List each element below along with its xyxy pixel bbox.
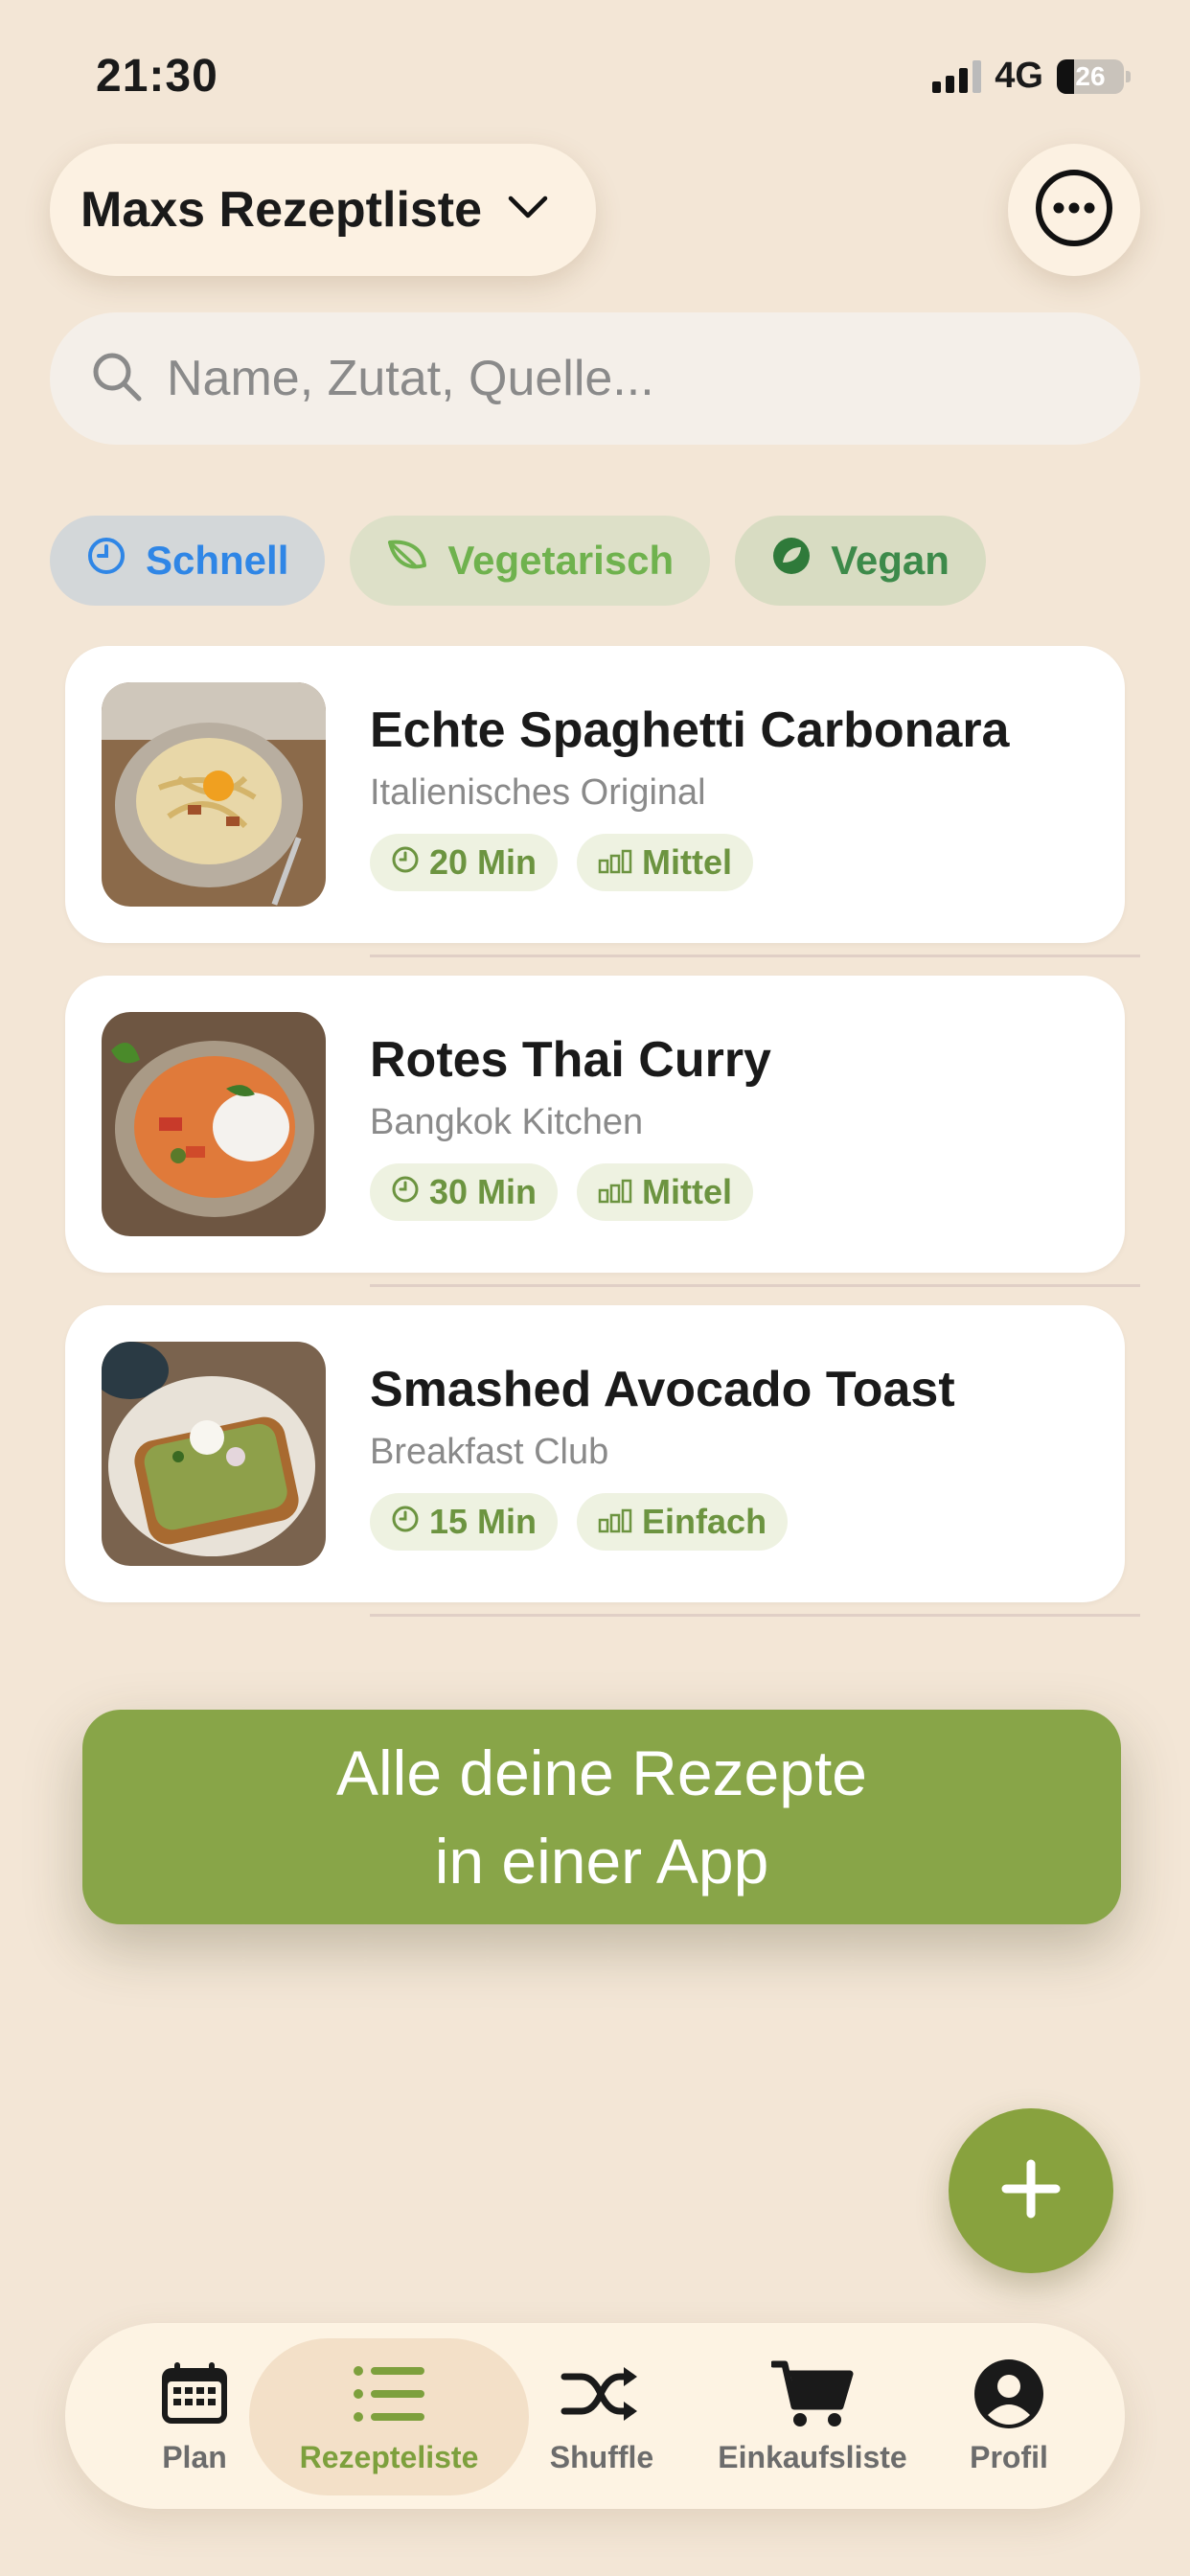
search-input[interactable] — [167, 350, 1029, 407]
status-bar: 21:30 4G 26 — [0, 0, 1190, 144]
recipe-title: Rotes Thai Curry — [370, 1032, 771, 1088]
clock-icon — [391, 1172, 420, 1212]
recipe-difficulty: Mittel — [642, 1172, 733, 1211]
clock-icon — [86, 536, 126, 586]
tab-label: Shuffle — [549, 2439, 654, 2474]
ellipsis-icon — [1034, 168, 1114, 253]
search-bar[interactable] — [50, 312, 1140, 445]
recipe-difficulty: Mittel — [642, 842, 733, 882]
filter-label: Vegan — [831, 538, 950, 583]
recipe-card[interactable]: Smashed Avocado Toast Breakfast Club 15 … — [65, 1305, 1125, 1602]
recipe-title: Smashed Avocado Toast — [370, 1362, 955, 1417]
filter-label: Vegetarisch — [447, 538, 675, 583]
time-badge: 20 Min — [370, 834, 559, 891]
battery-level: 26 — [1075, 60, 1106, 91]
list-title: Maxs Rezeptliste — [80, 182, 483, 238]
difficulty-badge: Mittel — [577, 1163, 754, 1221]
difficulty-badge: Einfach — [577, 1493, 789, 1551]
difficulty-bars-icon — [598, 1172, 632, 1212]
tab-label: Profil — [970, 2439, 1048, 2474]
difficulty-bars-icon — [598, 842, 632, 883]
recipe-time: 15 Min — [429, 1502, 538, 1541]
leaf-icon — [386, 537, 428, 585]
filter-chip-vegan[interactable]: Vegan — [735, 516, 986, 606]
recipe-time: 20 Min — [429, 842, 538, 882]
difficulty-bars-icon — [598, 1502, 632, 1542]
tab-label: Plan — [162, 2439, 227, 2474]
recipe-source: Bangkok Kitchen — [370, 1102, 644, 1142]
divider — [370, 1284, 1140, 1287]
search-icon — [90, 350, 144, 408]
recipe-card[interactable]: Rotes Thai Curry Bangkok Kitchen 30 Min … — [65, 976, 1125, 1273]
add-recipe-button[interactable] — [949, 2108, 1113, 2273]
tab-shuffle[interactable]: Shuffle — [525, 2323, 678, 2509]
difficulty-badge: Mittel — [577, 834, 754, 891]
tab-rezepteliste[interactable]: Rezepteliste — [249, 2323, 529, 2509]
tab-label: Einkaufsliste — [718, 2439, 907, 2474]
time-badge: 30 Min — [370, 1163, 559, 1221]
recipe-image-avocado-toast — [102, 1342, 326, 1566]
recipe-difficulty: Einfach — [642, 1502, 767, 1541]
filter-label: Schnell — [146, 538, 289, 583]
recipe-image-carbonara — [102, 682, 326, 907]
more-options-button[interactable] — [1008, 144, 1140, 276]
banner-line-2: in einer App — [434, 1826, 769, 1897]
list-selector-button[interactable]: Maxs Rezeptliste — [50, 144, 596, 276]
recipe-source: Italienisches Original — [370, 772, 706, 813]
shuffle-icon — [561, 2358, 643, 2430]
tab-bar: Plan Rezepteliste Shuffle Einkaufsliste … — [65, 2323, 1125, 2509]
signal-icon — [932, 59, 982, 93]
plus-icon — [1000, 2158, 1062, 2224]
recipe-image-thai-curry — [102, 1012, 326, 1236]
tab-einkaufsliste[interactable]: Einkaufsliste — [688, 2323, 937, 2509]
banner-line-1: Alle deine Rezepte — [335, 1737, 868, 1808]
recipe-title: Echte Spaghetti Carbonara — [370, 702, 1010, 758]
filter-chip-vegetarisch[interactable]: Vegetarisch — [350, 516, 711, 606]
filter-chips: Schnell Vegetarisch Vegan — [50, 516, 986, 606]
cart-icon — [771, 2358, 854, 2430]
recipe-card[interactable]: Echte Spaghetti Carbonara Italienisches … — [65, 646, 1125, 943]
promo-banner: Alle deine Rezepte in einer App — [82, 1710, 1121, 1924]
divider — [370, 954, 1140, 957]
recipe-source: Breakfast Club — [370, 1432, 609, 1472]
status-indicators: 4G 26 — [932, 56, 1131, 97]
clock-icon — [391, 1502, 420, 1542]
status-time: 21:30 — [96, 51, 218, 102]
network-type: 4G — [995, 56, 1043, 96]
vegan-leaf-icon — [771, 536, 812, 586]
divider — [370, 1614, 1140, 1617]
tab-profil[interactable]: Profil — [937, 2323, 1081, 2509]
tab-label: Rezepteliste — [299, 2439, 479, 2474]
profile-icon — [973, 2358, 1045, 2430]
battery-icon: 26 — [1057, 58, 1124, 94]
calendar-icon — [159, 2358, 230, 2430]
recipe-time: 30 Min — [429, 1172, 538, 1211]
chevron-down-icon — [507, 195, 549, 226]
tab-plan[interactable]: Plan — [123, 2323, 266, 2509]
clock-icon — [391, 842, 420, 883]
list-icon — [352, 2358, 426, 2430]
filter-chip-schnell[interactable]: Schnell — [50, 516, 326, 606]
time-badge: 15 Min — [370, 1493, 559, 1551]
